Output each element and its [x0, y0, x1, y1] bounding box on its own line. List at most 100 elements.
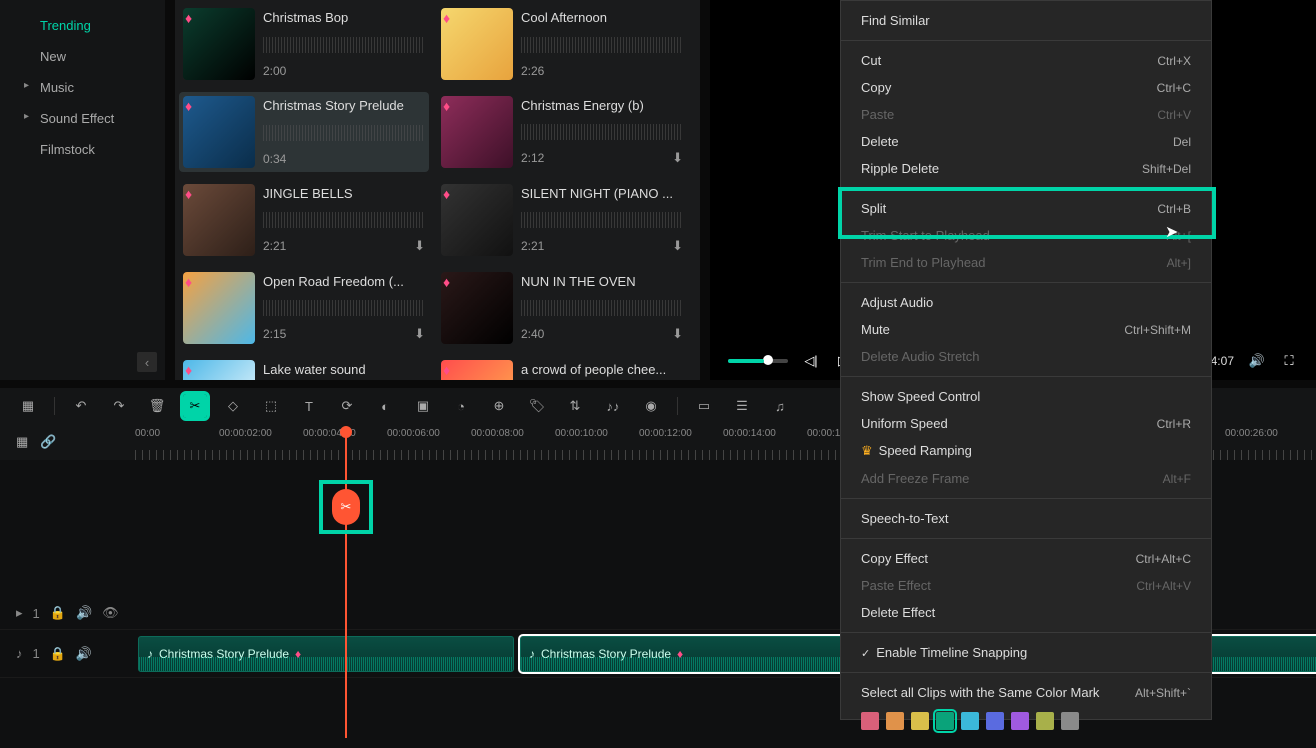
text-tool[interactable]: T	[297, 394, 321, 418]
split-tool[interactable]: ✂	[183, 394, 207, 418]
download-icon[interactable]: ⬇	[414, 238, 425, 254]
context-menu-item[interactable]: Ripple DeleteShift+Del	[841, 155, 1211, 182]
audio-item[interactable]: ♦ Lake water sound	[179, 356, 429, 380]
record-tool[interactable]: ◉	[639, 394, 663, 418]
context-menu-item[interactable]: Uniform SpeedCtrl+R	[841, 410, 1211, 437]
audio-item[interactable]: ♦ Christmas Story Prelude 0:34	[179, 92, 429, 172]
shortcut-label: Alt+]	[1167, 256, 1191, 270]
audio-item[interactable]: ♦ Cool Afternoon 2:26	[437, 4, 687, 84]
snap-icon[interactable]: ▦	[16, 434, 28, 450]
context-menu-item: Delete Audio Stretch	[841, 343, 1211, 370]
audio-title: JINGLE BELLS	[263, 186, 425, 201]
download-icon[interactable]: ⬇	[672, 326, 683, 342]
audio-icon[interactable]: 🔊	[1248, 352, 1266, 370]
context-menu-item[interactable]: MuteCtrl+Shift+M	[841, 316, 1211, 343]
ruler-tick: 00:00:14:00	[723, 428, 776, 439]
shortcut-label: Ctrl+V	[1157, 108, 1191, 122]
context-menu-label: Mute	[861, 322, 890, 337]
color-swatch[interactable]	[861, 712, 879, 730]
mute-icon[interactable]: 🔊	[76, 605, 92, 621]
color-swatch[interactable]	[1011, 712, 1029, 730]
sidebar-item-new[interactable]: New	[0, 41, 165, 72]
redo-button[interactable]: ↷	[107, 394, 131, 418]
audio-library-panel: ♦ Christmas Bop 2:00 ♦ Cool Afternoon 2:…	[175, 0, 700, 380]
color-swatch[interactable]	[886, 712, 904, 730]
delete-button[interactable]: 🗑	[145, 394, 169, 418]
lock-icon[interactable]: 🔒	[50, 605, 66, 621]
tag-tool[interactable]: 🏷	[525, 394, 549, 418]
context-menu-item[interactable]: SplitCtrl+B	[841, 195, 1211, 222]
track-tool[interactable]: ☰	[730, 394, 754, 418]
music-tool[interactable]: ♫	[768, 394, 792, 418]
sidebar-item-filmstock[interactable]: Filmstock	[0, 134, 165, 165]
prev-frame-button[interactable]: ◁|	[802, 352, 820, 370]
audio-lock-icon[interactable]: 🔒	[50, 646, 66, 662]
keyframe-tool[interactable]: ◔	[449, 394, 473, 418]
color-swatch[interactable]	[961, 712, 979, 730]
context-menu-item[interactable]: ✓Enable Timeline Snapping	[841, 639, 1211, 666]
context-menu-label: Copy	[861, 80, 891, 95]
context-menu-item[interactable]: Adjust Audio	[841, 289, 1211, 316]
context-menu-label: Trim Start to Playhead	[861, 228, 990, 243]
context-menu-label: Copy Effect	[861, 551, 928, 566]
fullscreen-button[interactable]: ⛶	[1280, 352, 1298, 370]
audio-item[interactable]: ♦ Open Road Freedom (... 2:15 ⬇	[179, 268, 429, 348]
crop-tool[interactable]: ⬚	[259, 394, 283, 418]
download-icon[interactable]: ⬇	[672, 238, 683, 254]
sidebar-item-sound-effect[interactable]: Sound Effect	[0, 103, 165, 134]
audio-item[interactable]: ♦ Christmas Energy (b) 2:12 ⬇	[437, 92, 687, 172]
context-menu-item[interactable]: Copy EffectCtrl+Alt+C	[841, 545, 1211, 572]
visibility-icon[interactable]: 👁	[102, 605, 119, 621]
subtitle-tool[interactable]: ▣	[411, 394, 435, 418]
audio-title: a crowd of people chee...	[521, 362, 683, 377]
motion-tool[interactable]: ◐	[373, 394, 397, 418]
ruler-tick: 00:00	[135, 428, 160, 439]
context-menu-item: Paste Effect Ctrl+Alt+V	[841, 572, 1211, 599]
color-swatch[interactable]	[911, 712, 929, 730]
audio-item[interactable]: ♦ a crowd of people chee...	[437, 356, 687, 380]
context-menu-item[interactable]: Speech-to-Text	[841, 505, 1211, 532]
audio-clip[interactable]: ♪Christmas Story Prelude♦	[138, 636, 514, 672]
audio-title: NUN IN THE OVEN	[521, 274, 683, 289]
audio-duration: 2:21	[521, 239, 544, 253]
adjust-tool[interactable]: ⇅	[563, 394, 587, 418]
waveform-icon	[521, 124, 683, 140]
context-menu-item[interactable]: CutCtrl+X	[841, 47, 1211, 74]
audio-item[interactable]: ♦ Christmas Bop 2:00	[179, 4, 429, 84]
context-menu-item[interactable]: Find Similar	[841, 7, 1211, 34]
volume-slider[interactable]	[728, 359, 788, 363]
context-menu-item[interactable]: Delete Effect	[841, 599, 1211, 626]
marker-tool[interactable]: ◇	[221, 394, 245, 418]
color-swatch[interactable]	[1036, 712, 1054, 730]
expand-tool[interactable]: ⊕	[487, 394, 511, 418]
download-icon[interactable]: ⬇	[672, 150, 683, 166]
context-menu-item[interactable]: DeleteDel	[841, 128, 1211, 155]
undo-button[interactable]: ↶	[69, 394, 93, 418]
context-menu-label: Trim End to Playhead	[861, 255, 986, 270]
context-menu-item[interactable]: Show Speed Control	[841, 383, 1211, 410]
context-menu-label: Paste Effect	[861, 578, 931, 593]
color-swatch[interactable]	[986, 712, 1004, 730]
context-menu-item[interactable]: CopyCtrl+C	[841, 74, 1211, 101]
context-menu-item[interactable]: Select all Clips with the Same Color Mar…	[841, 679, 1211, 706]
speed-tool[interactable]: ⟳	[335, 394, 359, 418]
grid-tool[interactable]: ▦	[16, 394, 40, 418]
context-menu-item[interactable]: ♛Speed Ramping	[841, 437, 1211, 465]
sidebar-item-trending[interactable]: Trending	[0, 10, 165, 41]
sidebar-item-music[interactable]: Music	[0, 72, 165, 103]
audio-item[interactable]: ♦ SILENT NIGHT (PIANO ... 2:21 ⬇	[437, 180, 687, 260]
capture-tool[interactable]: ▭	[692, 394, 716, 418]
color-swatch[interactable]	[936, 712, 954, 730]
playhead[interactable]	[345, 428, 347, 738]
download-icon[interactable]: ⬇	[414, 326, 425, 342]
sidebar-collapse-button[interactable]: ‹	[137, 352, 157, 372]
color-swatch[interactable]	[1061, 712, 1079, 730]
audio-tool[interactable]: ♪♪	[601, 394, 625, 418]
audio-item[interactable]: ♦ JINGLE BELLS 2:21 ⬇	[179, 180, 429, 260]
shortcut-label: Ctrl+Alt+V	[1136, 579, 1191, 593]
audio-item[interactable]: ♦ NUN IN THE OVEN 2:40 ⬇	[437, 268, 687, 348]
link-icon[interactable]: 🔗	[40, 434, 56, 450]
audio-mute-icon[interactable]: 🔊	[76, 646, 92, 662]
audio-title: Christmas Energy (b)	[521, 98, 683, 113]
audio-thumbnail: ♦	[183, 96, 255, 168]
